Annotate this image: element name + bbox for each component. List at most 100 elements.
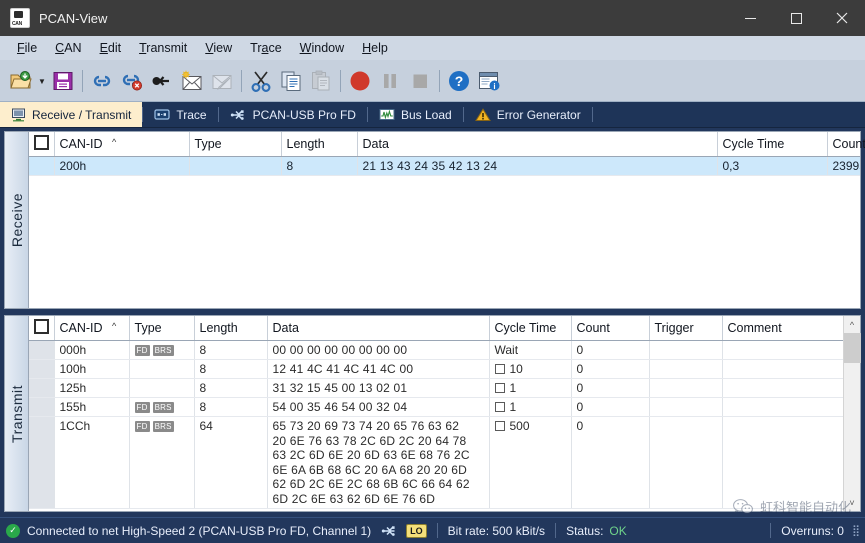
transmit-col-data[interactable]: Data — [267, 316, 489, 341]
table-row[interactable]: 1CCh FDBRS 64 65 73 20 69 73 74 20 65 76… — [29, 417, 843, 509]
cycle-checkbox[interactable] — [495, 364, 505, 374]
menu-edit[interactable]: Edit — [91, 38, 131, 58]
transmit-col-type[interactable]: Type — [129, 316, 194, 341]
cycle-value: 10 — [510, 362, 523, 376]
transmit-row-header[interactable] — [29, 417, 54, 509]
transmit-col-can-id[interactable]: CAN-ID ^ — [54, 316, 129, 341]
stop-button — [405, 64, 435, 98]
table-row[interactable]: 000h FDBRS 8 00 00 00 00 00 00 00 00 Wai… — [29, 341, 843, 360]
receive-col-can-id[interactable]: CAN-ID ^ — [54, 132, 189, 157]
menu-window[interactable]: Window — [291, 38, 353, 58]
pause-icon — [379, 70, 401, 92]
menu-transmit[interactable]: Transmit — [130, 38, 196, 58]
maximize-button[interactable] — [773, 0, 819, 36]
sort-ascending-icon: ^ — [112, 321, 116, 331]
menu-bar: File CAN Edit Transmit View Trace Window… — [0, 36, 865, 60]
receive-col-data[interactable]: Data — [357, 132, 717, 157]
scroll-down-icon[interactable]: ˅ — [844, 494, 861, 511]
transmit-row-header[interactable] — [29, 360, 54, 379]
connect-button[interactable] — [87, 64, 117, 98]
cycle-checkbox[interactable] — [495, 383, 505, 393]
toolbar-separator — [340, 70, 341, 92]
brs-badge: BRS — [153, 345, 174, 356]
help-button[interactable]: ? — [444, 64, 474, 98]
receive-col-length[interactable]: Length — [281, 132, 357, 157]
close-button[interactable] — [819, 0, 865, 36]
maximize-icon — [791, 13, 802, 24]
tab-error-generator[interactable]: Error Generator — [464, 102, 592, 127]
receive-col-cycle-time[interactable]: Cycle Time — [717, 132, 827, 157]
tab-pcan-usb-pro-fd[interactable]: PCAN-USB Pro FD — [219, 102, 367, 127]
receive-row-header[interactable] — [29, 157, 54, 176]
save-button[interactable] — [48, 64, 78, 98]
record-icon — [348, 69, 372, 93]
tab-bus-load[interactable]: Bus Load — [368, 102, 463, 127]
transmit-col-count[interactable]: Count — [571, 316, 649, 341]
transmit-col-trigger[interactable]: Trigger — [649, 316, 722, 341]
fd-badge: FD — [135, 402, 150, 413]
transmit-cell-data: 31 32 15 45 00 13 02 01 — [267, 379, 489, 398]
transmit-cell-can-id: 1CCh — [54, 417, 129, 509]
transmit-cell-data: 65 73 20 69 73 74 20 65 76 63 62 20 6E 7… — [267, 417, 489, 509]
minimize-button[interactable] — [727, 0, 773, 36]
table-row[interactable]: 200h 8 21 13 43 24 35 42 13 24 0,3 23995… — [29, 157, 860, 176]
warning-icon — [475, 108, 491, 122]
transmit-col-cycle-time[interactable]: Cycle Time — [489, 316, 571, 341]
transmit-grid[interactable]: CAN-ID ^ Type Length Data Cycle Time Cou… — [29, 316, 843, 511]
menu-file[interactable]: File — [8, 38, 46, 58]
usb-icon — [381, 524, 398, 538]
tab-receive-transmit[interactable]: Receive / Transmit — [0, 102, 142, 127]
record-button[interactable] — [345, 64, 375, 98]
open-dropdown-button[interactable]: ▼ — [36, 64, 48, 98]
copy-button[interactable] — [276, 64, 306, 98]
transmit-cell-count: 0 — [571, 379, 649, 398]
fd-badge: FD — [135, 345, 150, 356]
tab-trace[interactable]: Trace — [143, 102, 217, 127]
col-label: CAN-ID — [60, 321, 103, 335]
cut-button[interactable] — [246, 64, 276, 98]
transmit-select-all-header[interactable] — [29, 316, 54, 341]
transmit-cell-length: 8 — [194, 379, 267, 398]
disconnect-button[interactable] — [117, 64, 147, 98]
cycle-checkbox[interactable] — [495, 402, 505, 412]
window-title: PCAN-View — [39, 11, 107, 26]
resize-grip-icon[interactable]: ⣿ — [852, 524, 859, 537]
copy-icon — [280, 70, 303, 92]
transmit-cell-trigger — [649, 341, 722, 360]
menu-can[interactable]: CAN — [46, 38, 90, 58]
transmit-row-header[interactable] — [29, 379, 54, 398]
window-controls — [727, 0, 865, 36]
status-separator — [555, 523, 556, 538]
receive-col-type[interactable]: Type — [189, 132, 281, 157]
scroll-up-icon[interactable]: ^ — [844, 316, 861, 333]
transmit-cell-cycle-time: 1 — [489, 398, 571, 417]
table-row[interactable]: 100h 8 12 41 4C 41 4C 41 4C 00 10 0 — [29, 360, 843, 379]
new-message-button[interactable] — [177, 64, 207, 98]
plug-in-button[interactable] — [147, 64, 177, 98]
transmit-row-header[interactable] — [29, 341, 54, 360]
menu-trace[interactable]: Trace — [241, 38, 291, 58]
receive-panel-label: Receive — [5, 132, 29, 308]
transmit-cell-type: FDBRS — [129, 341, 194, 360]
table-row[interactable]: 155h FDBRS 8 54 00 35 46 54 00 32 04 1 0 — [29, 398, 843, 417]
transmit-col-length[interactable]: Length — [194, 316, 267, 341]
transmit-cell-can-id: 125h — [54, 379, 129, 398]
transmit-cell-trigger — [649, 398, 722, 417]
receive-cell-length: 8 — [281, 157, 357, 176]
table-row[interactable]: 125h 8 31 32 15 45 00 13 02 01 1 0 — [29, 379, 843, 398]
col-label: CAN-ID — [60, 137, 103, 151]
cycle-checkbox[interactable] — [495, 421, 505, 431]
scrollbar-thumb[interactable] — [844, 333, 861, 363]
transmit-row-header[interactable] — [29, 398, 54, 417]
menu-view[interactable]: View — [196, 38, 241, 58]
receive-grid[interactable]: CAN-ID ^ Type Length Data Cycle Time Cou… — [29, 132, 860, 308]
menu-help[interactable]: Help — [353, 38, 397, 58]
about-button[interactable]: i — [474, 64, 504, 98]
receive-table: CAN-ID ^ Type Length Data Cycle Time Cou… — [29, 132, 860, 176]
receive-col-count[interactable]: Count — [827, 132, 860, 157]
transmit-vertical-scrollbar[interactable]: ^ ˅ — [843, 316, 860, 511]
open-folder-button[interactable] — [6, 64, 36, 98]
transmit-col-comment[interactable]: Comment — [722, 316, 843, 341]
receive-empty-area — [29, 176, 860, 308]
receive-select-all-header[interactable] — [29, 132, 54, 157]
